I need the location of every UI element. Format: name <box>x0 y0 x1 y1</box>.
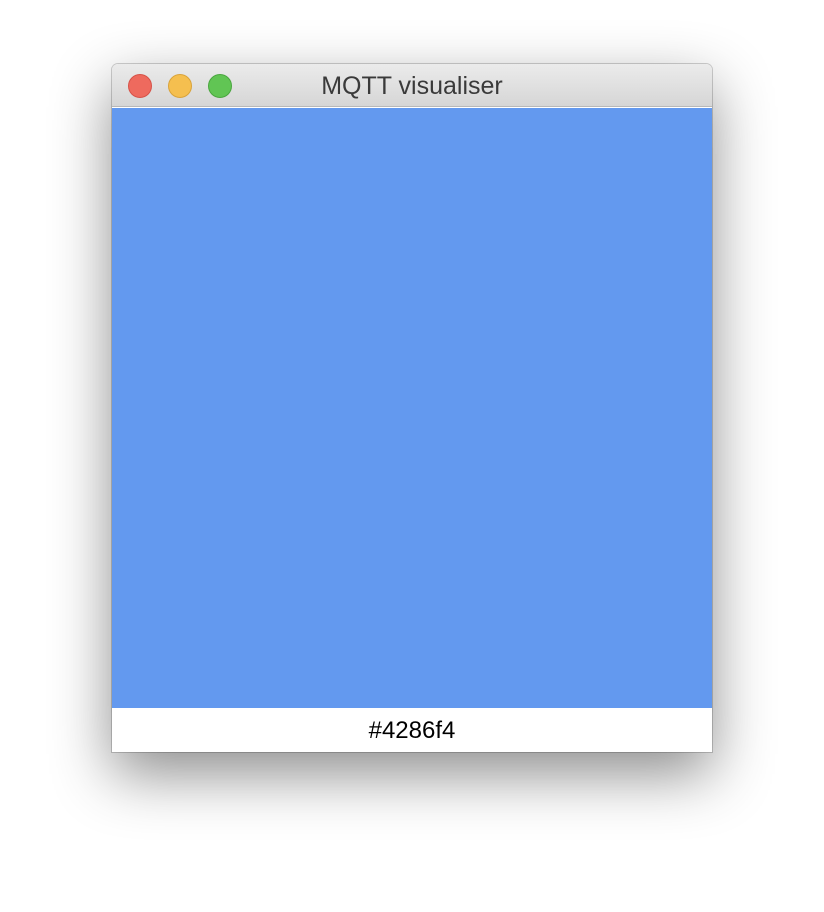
app-window: MQTT visualiser #4286f4 <box>112 64 712 752</box>
color-hex-label: #4286f4 <box>112 708 712 752</box>
title-bar[interactable]: MQTT visualiser <box>112 64 712 107</box>
window-title: MQTT visualiser <box>321 72 503 100</box>
color-swatch <box>112 108 712 708</box>
